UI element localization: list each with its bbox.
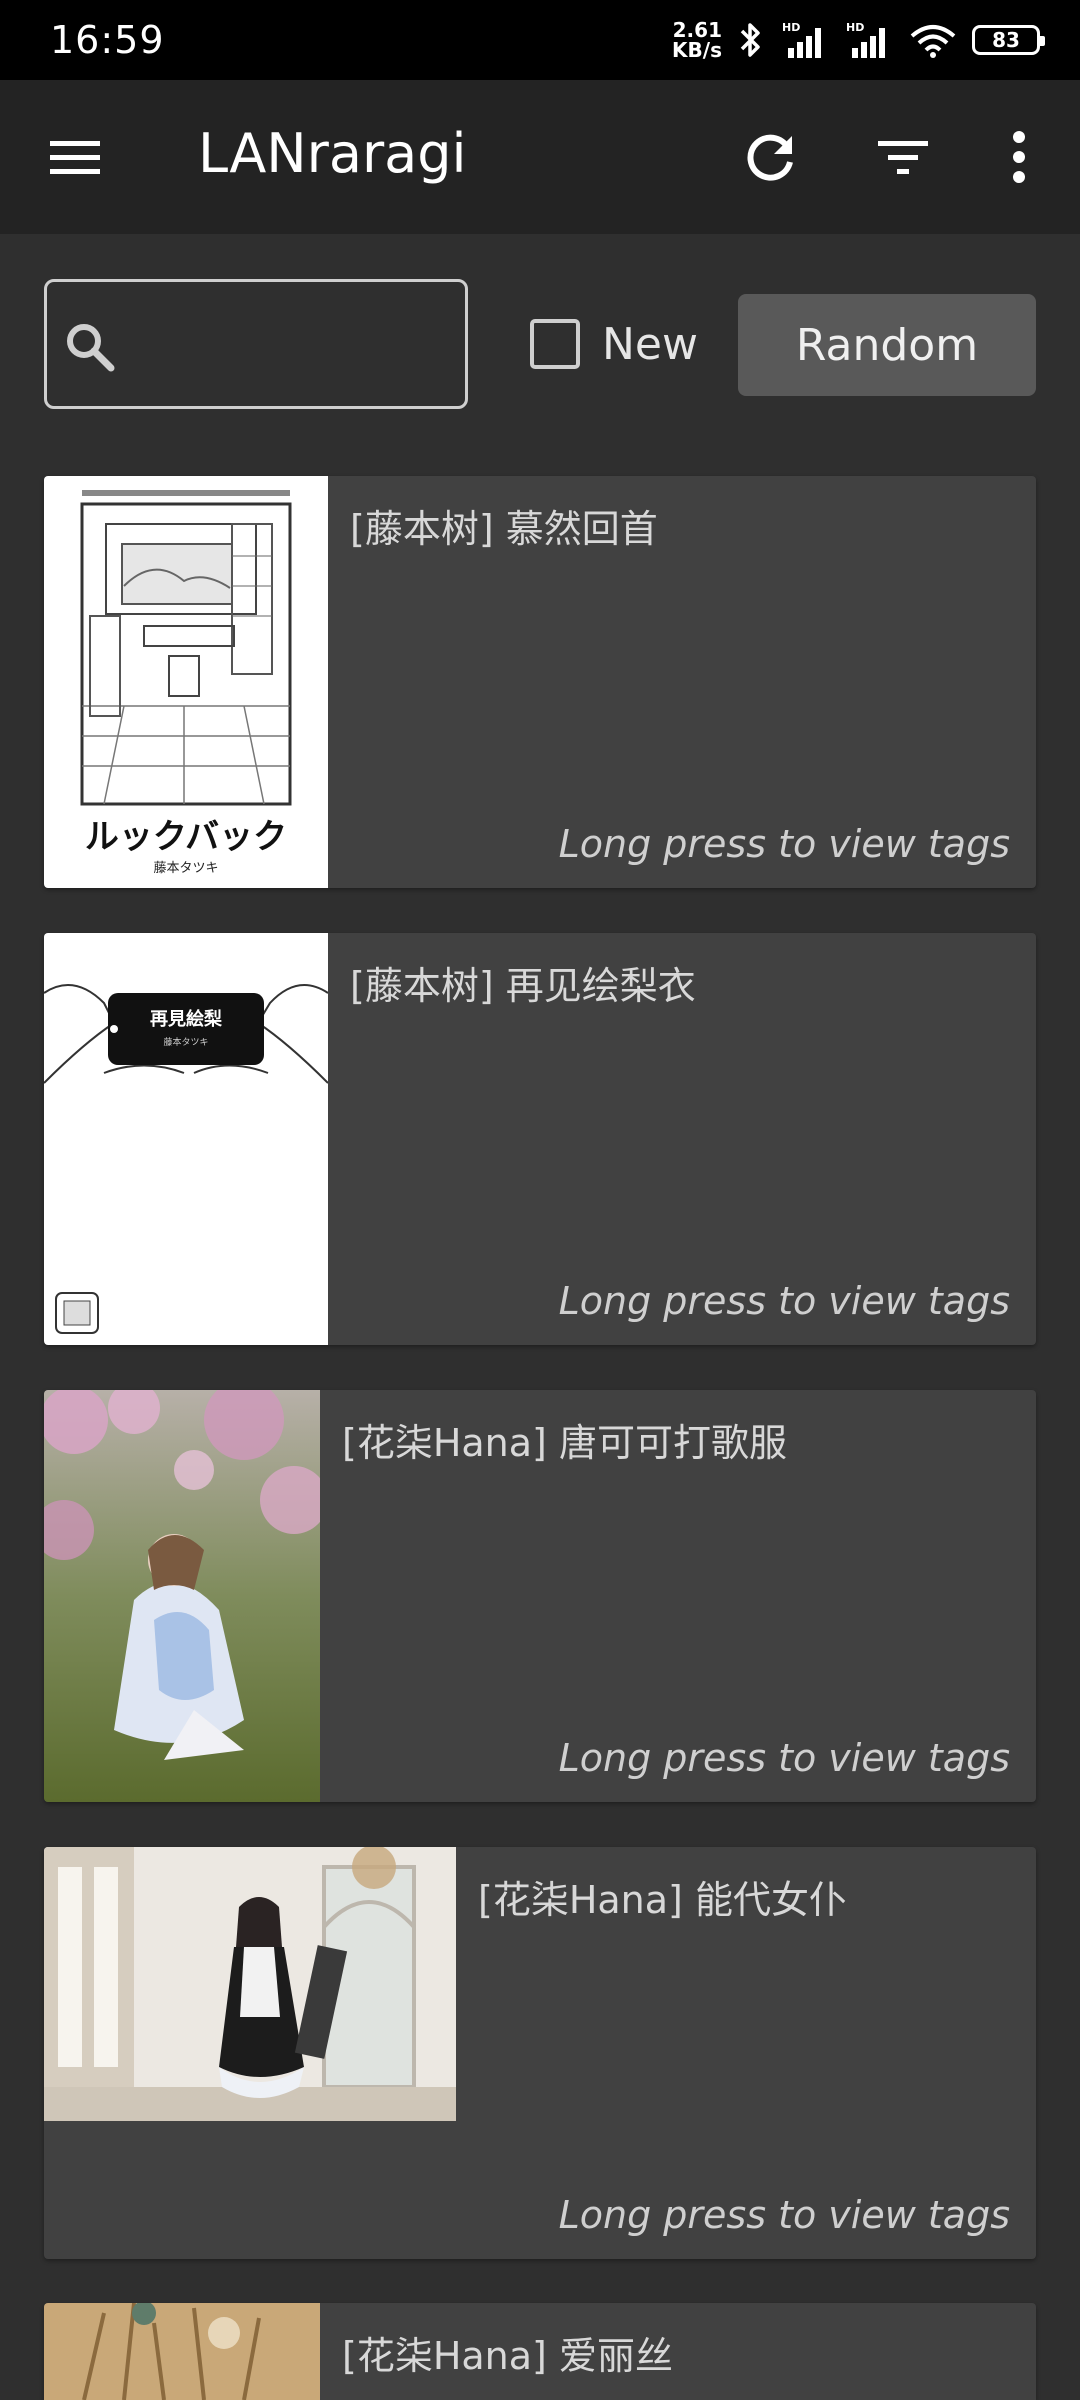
archive-thumbnail[interactable]	[44, 2303, 320, 2400]
archive-thumbnail[interactable]: 再見絵梨 藤本タツキ	[44, 933, 328, 1345]
more-vert-icon	[1013, 131, 1025, 183]
thumbnail-title: ルックバック	[85, 817, 287, 857]
battery-level: 83	[992, 28, 1020, 52]
refresh-icon	[747, 134, 793, 181]
archive-hint: Long press to view tags	[558, 1279, 1010, 1323]
status-bar: 16:59 2.61 KB/s HD HD 83	[0, 0, 1080, 80]
archive-title: [藤本树] 再见绘梨衣	[350, 964, 696, 1008]
new-label: New	[602, 318, 698, 370]
archive-card[interactable]: [花柒Hana] 能代女仆 Long press to view tags	[44, 1847, 1036, 2259]
archive-card[interactable]: 再見絵梨 藤本タツキ [藤本树] 再见绘梨衣 Long press to vie…	[44, 933, 1036, 1345]
filter-icon	[878, 141, 928, 174]
app-bar: LANraragi	[0, 80, 1080, 234]
menu-button[interactable]	[44, 126, 106, 188]
search-input[interactable]	[127, 312, 447, 376]
bluetooth-icon	[740, 23, 760, 57]
net-speed-value: 2.61	[672, 18, 722, 42]
thumbnail-author: 藤本タツキ	[163, 1036, 208, 1048]
status-time: 16:59	[50, 18, 165, 62]
svg-text:HD: HD	[782, 21, 800, 34]
search-icon	[67, 324, 115, 372]
archive-hint: Long press to view tags	[558, 1736, 1010, 1780]
wifi-icon	[910, 25, 956, 58]
checkbox-box[interactable]	[530, 319, 580, 369]
signal-icon: HD	[782, 21, 821, 58]
random-button[interactable]: Random	[738, 294, 1036, 396]
archive-card[interactable]: [花柒Hana] 唐可可打歌服 Long press to view tags	[44, 1390, 1036, 1802]
status-icons: 2.61 KB/s HD HD 83	[672, 0, 1045, 80]
thumbnail-author: 藤本タツキ	[153, 861, 218, 876]
new-filter-checkbox[interactable]: New	[530, 318, 698, 370]
net-speed-unit: KB/s	[672, 38, 722, 62]
archive-thumbnail[interactable]	[44, 1390, 320, 1802]
thumbnail-title: 再見絵梨	[150, 1008, 222, 1030]
archive-thumbnail[interactable]: ルックバック 藤本タツキ	[44, 476, 328, 888]
archive-title: [花柒Hana] 能代女仆	[478, 1878, 847, 1922]
refresh-button[interactable]	[740, 126, 802, 188]
archive-thumbnail[interactable]	[44, 1847, 456, 2121]
archive-card[interactable]: ルックバック 藤本タツキ [藤本树] 慕然回首 Long press to vi…	[44, 476, 1036, 888]
overflow-menu-button[interactable]	[988, 126, 1050, 188]
archive-hint: Long press to view tags	[558, 822, 1010, 866]
archive-hint: Long press to view tags	[558, 2193, 1010, 2237]
battery-icon: 83	[972, 25, 1045, 55]
menu-icon	[50, 141, 100, 174]
net-speed: 2.61 KB/s	[672, 20, 722, 60]
archive-title: [花柒Hana] 爱丽丝	[342, 2334, 673, 2378]
svg-text:HD: HD	[846, 21, 864, 34]
app-title: LANraragi	[198, 122, 467, 185]
signal-icon-2: HD	[846, 21, 885, 58]
search-field[interactable]	[44, 279, 468, 409]
archive-title: [藤本树] 慕然回首	[350, 507, 658, 551]
archive-title: [花柒Hana] 唐可可打歌服	[342, 1421, 787, 1465]
filter-button[interactable]	[872, 126, 934, 188]
archive-card[interactable]: [花柒Hana] 爱丽丝	[44, 2303, 1036, 2400]
